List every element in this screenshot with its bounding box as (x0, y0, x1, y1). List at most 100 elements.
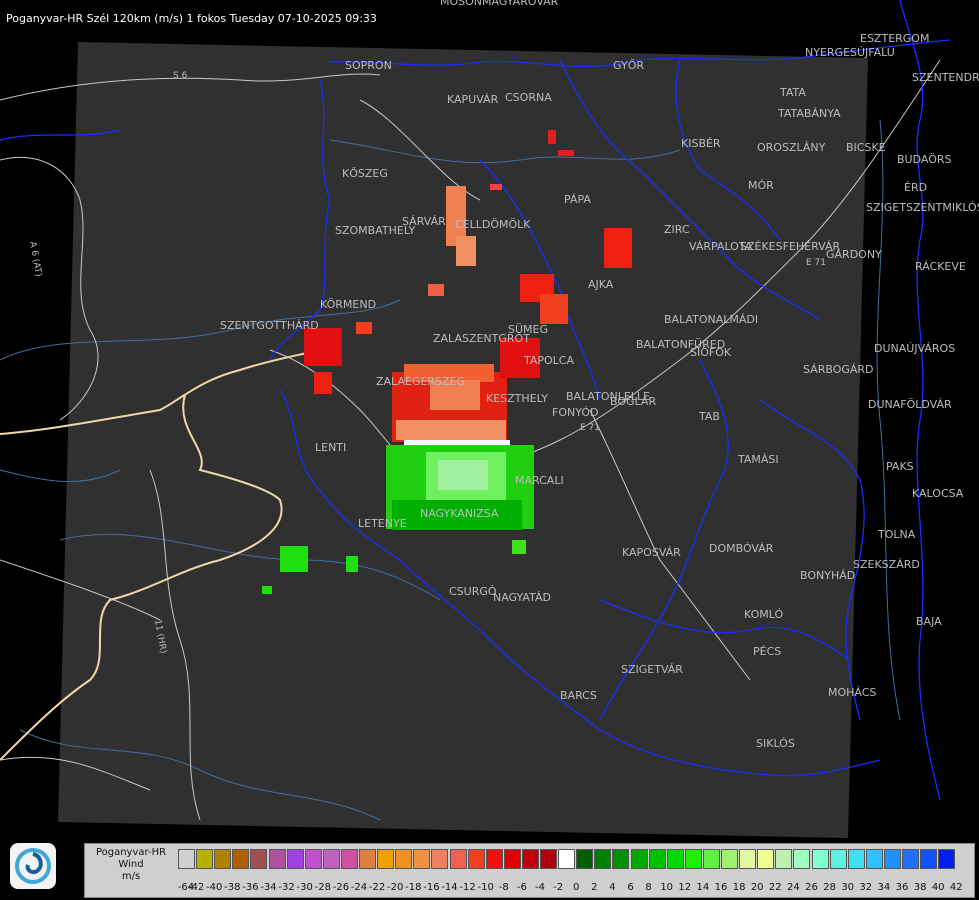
city-label: MOHÁCS (828, 686, 876, 699)
legend-tick-label: -40 (206, 882, 223, 893)
legend-tick-label: 0 (573, 882, 580, 893)
legend-swatch (757, 849, 775, 869)
legend-swatch (558, 849, 576, 869)
city-label: BOGLÁR (610, 395, 656, 408)
legend-tick-label: -24 (350, 882, 368, 893)
legend-swatch (178, 849, 195, 869)
legend-swatch (268, 849, 286, 869)
legend-tick-label: 42 (949, 882, 963, 893)
city-label: DUNAÚJVÁROS (874, 342, 955, 355)
legend-tick-label: 10 (660, 882, 674, 893)
city-label: LENTI (315, 441, 346, 454)
legend-swatch (232, 849, 250, 869)
city-label: ZALAEGERSZEG (376, 375, 465, 388)
color-legend: Poganyvar-HR Wind m/s -6 4 -42 -40 -38 -36 -34… (84, 843, 975, 898)
legend-tick-label: 40 (931, 882, 945, 893)
city-label: SOPRON (345, 59, 392, 72)
legend-swatch (902, 849, 919, 869)
legend-tick-label: 20 (750, 882, 764, 893)
legend-tick-label: 24 (787, 882, 800, 893)
legend-station: Poganyvar-HR (95, 847, 167, 858)
city-label: NYERGESÚJFALU (805, 46, 895, 59)
legend-swatch (648, 849, 666, 869)
legend-swatch (540, 849, 557, 869)
city-label: FONYÓD (552, 406, 598, 419)
city-label: KŐSZEG (342, 166, 388, 180)
city-label: SIKLÓS (756, 737, 795, 750)
legend-swatch (630, 849, 648, 869)
legend-swatch (793, 849, 811, 869)
legend-tick-label: 16 (714, 882, 728, 893)
city-label: BUDAÖRS (897, 153, 952, 166)
legend-tick-label: 22 (768, 882, 782, 893)
legend-product: Wind (118, 859, 144, 870)
city-label: KISBÉR (681, 137, 721, 150)
legend-swatch (739, 849, 757, 869)
legend-swatch (684, 849, 702, 869)
legend-swatch (865, 849, 883, 869)
legend-tick-label: 8 (645, 882, 652, 893)
city-label: ZALASZENTGRÓT (433, 332, 530, 345)
legend-tick-label: -6 (516, 882, 527, 893)
legend-tick-label: -38 (224, 882, 241, 893)
road-label: S 6 (173, 71, 188, 81)
legend-tick-label: 34 (877, 882, 891, 893)
city-label: CSURGÓ (449, 585, 497, 598)
city-label: SIÓFOK (690, 346, 732, 359)
city-label: SZEKSZÁRD (853, 558, 920, 571)
legend-swatch (395, 849, 413, 869)
city-label: MOSONMAGYARÓVÁR (440, 0, 559, 8)
legend-swatch (322, 849, 340, 869)
city-label: LETENYE (358, 517, 407, 530)
city-label: BARCS (560, 689, 597, 702)
radar-echo-zero-line (404, 440, 510, 445)
city-label: MÓR (748, 179, 774, 192)
legend-swatch (359, 849, 376, 869)
city-label: DUNAFÖLDVÁR (868, 398, 952, 411)
city-label: CELLDÖMÖLK (455, 218, 531, 231)
legend-swatch (883, 849, 901, 869)
city-label: TAMÁSI (737, 453, 779, 466)
city-label: BICSKE (846, 141, 886, 154)
legend-tick-label: 4 (609, 882, 616, 893)
legend-swatch (449, 849, 467, 869)
legend-swatch (938, 849, 956, 869)
legend-tick-label: 14 (696, 882, 710, 893)
legend-tick-label: 38 (913, 882, 927, 893)
legend-tick-label: 18 (732, 882, 746, 893)
city-label: SZENTGOTTHÁRD (220, 319, 319, 332)
road-label: E 71 (806, 258, 826, 268)
legend-tick-label: -2 (553, 882, 564, 893)
legend-swatch (503, 849, 521, 869)
legend-tick-label: -42 (187, 882, 205, 893)
city-label: TATA (779, 86, 806, 99)
legend-tick-label: -26 (332, 882, 350, 893)
legend-tick-label: 26 (805, 882, 818, 893)
legend-swatch (920, 849, 938, 869)
city-label: TATABÁNYA (777, 107, 841, 120)
legend-tick-label: 32 (859, 882, 873, 893)
legend-swatch (431, 849, 449, 869)
legend-tick-label: -18 (405, 882, 422, 893)
legend-tick-label: -34 (260, 882, 277, 893)
legend-tick-label: -28 (314, 882, 331, 893)
road-label: A 6 (AT) (27, 241, 43, 278)
city-label: ZIRC (664, 223, 690, 236)
city-label: KAPOSVÁR (622, 546, 681, 559)
road-label: E 71 (580, 423, 600, 433)
legend-tick-label: -36 (242, 882, 259, 893)
legend-tick-label: -8 (498, 882, 509, 893)
legend-swatch (485, 849, 503, 869)
city-label: BONYHÁD (800, 569, 855, 582)
legend-swatch (250, 849, 268, 869)
city-label: MARCALI (515, 474, 564, 487)
legend-swatch (847, 849, 865, 869)
legend-swatch (594, 849, 612, 869)
city-label: AJKA (588, 278, 614, 291)
city-label: SZENTENDRE (912, 71, 979, 84)
legend-tick-label: -16 (423, 882, 440, 893)
legend-title: Poganyvar-HR Wind m/s (85, 847, 177, 883)
legend-swatch (702, 849, 720, 869)
city-label: NAGYATÁD (493, 591, 551, 604)
city-label: SZIGETSZENTMIKLÓS (866, 201, 979, 214)
